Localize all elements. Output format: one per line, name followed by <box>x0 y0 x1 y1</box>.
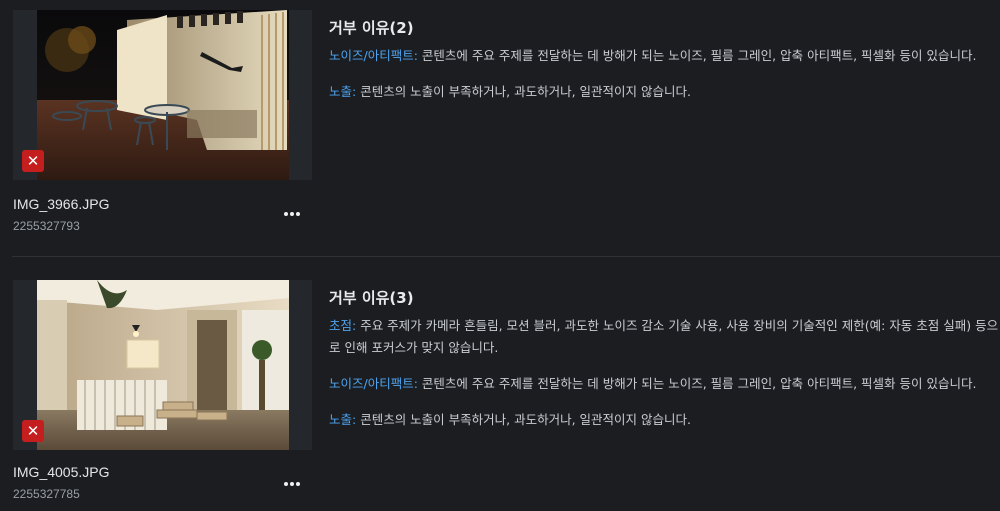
reason-item: 노출: 콘텐츠의 노출이 부족하거나, 과도하거나, 일관적이지 않습니다. <box>329 409 1000 431</box>
reason-item: 초점: 주요 주제가 카메라 흔들림, 모션 블러, 과도한 노이즈 감소 기술… <box>329 315 1000 359</box>
rejected-item-card: ✕ IMG_4005.JPG 2255327785 거부 이유(3) 초점: 주… <box>0 256 1000 511</box>
reason-text: 콘텐츠에 주요 주제를 전달하는 데 방해가 되는 노이즈, 필름 그레인, 압… <box>417 48 977 63</box>
reason-label: 노출: <box>329 84 357 99</box>
reason-title: 거부 이유(2) <box>329 19 414 37</box>
file-name: IMG_4005.JPG <box>13 464 110 480</box>
photo-thumbnail-cafe-interior <box>37 280 289 450</box>
reason-label: 노이즈/아티팩트: <box>329 48 418 63</box>
reason-item: 노이즈/아티팩트: 콘텐츠에 주요 주제를 전달하는 데 방해가 되는 노이즈,… <box>329 373 1000 395</box>
reason-item: 노이즈/아티팩트: 콘텐츠에 주요 주제를 전달하는 데 방해가 되는 노이즈,… <box>329 45 1000 67</box>
more-horizontal-icon[interactable] <box>280 207 304 221</box>
reason-text: 콘텐츠의 노출이 부족하거나, 과도하거나, 일관적이지 않습니다. <box>356 84 691 99</box>
reason-text: 주요 주제가 카메라 흔들림, 모션 블러, 과도한 노이즈 감소 기술 사용,… <box>329 318 999 355</box>
reason-text: 콘텐츠에 주요 주제를 전달하는 데 방해가 되는 노이즈, 필름 그레인, 압… <box>417 376 977 391</box>
file-id: 2255327785 <box>13 487 80 501</box>
rejection-reasons: 거부 이유(3) 초점: 주요 주제가 카메라 흔들림, 모션 블러, 과도한 … <box>329 287 1000 445</box>
photo-thumbnail-night-patio <box>37 10 289 180</box>
rejection-reasons: 거부 이유(2) 노이즈/아티팩트: 콘텐츠에 주요 주제를 전달하는 데 방해… <box>329 17 1000 117</box>
file-id: 2255327793 <box>13 219 80 233</box>
close-icon[interactable]: ✕ <box>22 420 44 442</box>
reason-text: 콘텐츠의 노출이 부족하거나, 과도하거나, 일관적이지 않습니다. <box>356 412 691 427</box>
rejected-item-card: ✕ IMG_3966.JPG 2255327793 거부 이유(2) 노이즈/아… <box>0 0 1000 256</box>
file-name: IMG_3966.JPG <box>13 196 110 212</box>
reason-label: 초점: <box>329 318 357 333</box>
reason-label: 노이즈/아티팩트: <box>329 376 418 391</box>
thumbnail-frame[interactable]: ✕ <box>13 10 312 180</box>
reason-item: 노출: 콘텐츠의 노출이 부족하거나, 과도하거나, 일관적이지 않습니다. <box>329 81 1000 103</box>
reason-label: 노출: <box>329 412 357 427</box>
close-icon[interactable]: ✕ <box>22 150 44 172</box>
more-horizontal-icon[interactable] <box>280 477 304 491</box>
reason-title: 거부 이유(3) <box>329 289 414 307</box>
thumbnail-frame[interactable]: ✕ <box>13 280 312 450</box>
